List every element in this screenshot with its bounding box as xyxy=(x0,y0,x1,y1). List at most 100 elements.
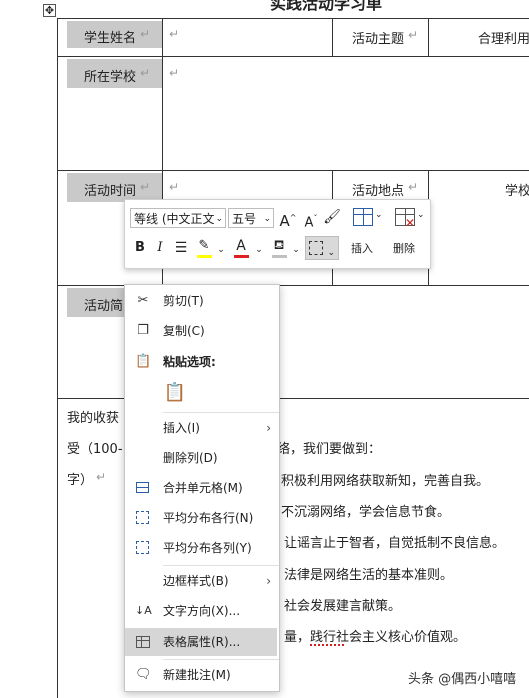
return-mark: ↵ xyxy=(96,470,107,484)
table-properties-icon xyxy=(136,636,150,648)
menu-item-label: 边框样式(B) xyxy=(163,574,229,588)
chevron-down-icon: ⌄ xyxy=(263,214,271,224)
menu-item-paste-options: 📋 粘贴选项: xyxy=(125,349,277,375)
copy-icon: ❐ xyxy=(137,323,149,338)
return-mark: ↵ xyxy=(140,27,151,41)
activity-theme-label: 活动主题 xyxy=(352,32,405,47)
school-label: 所在学校 xyxy=(84,70,137,85)
menu-item-label: 平均分布各列(Y) xyxy=(163,541,252,555)
document-title-partial: 实践活动学习单 xyxy=(270,0,383,13)
insert-table-icon xyxy=(353,208,373,226)
mini-toolbar: 等线 (中文正文 ⌄ 五号 ⌄ A^ Aˇ 🖌 B I ☰ ✎ ⌄ A ⌄ ⛾ … xyxy=(124,199,431,269)
gains-text-line: 络，我们要做到： xyxy=(277,442,382,457)
table-row-divider-2 xyxy=(57,170,529,171)
gains-text-line: 社会发展建言献策。 xyxy=(284,599,402,614)
bold-button[interactable]: B xyxy=(132,239,148,257)
menu-separator xyxy=(163,659,279,660)
return-mark: ↵ xyxy=(408,180,419,194)
table-row-divider-1 xyxy=(57,56,529,57)
merge-cells-icon xyxy=(136,482,149,493)
grow-font-button[interactable]: A^ xyxy=(279,209,297,230)
menu-item-merge-cells[interactable]: 合并单元格(M) xyxy=(125,475,277,501)
gains-label-line1: 我的收获 xyxy=(67,411,120,426)
highlighter-icon[interactable]: ✎ xyxy=(195,237,213,258)
chevron-right-icon: › xyxy=(266,574,271,588)
chevron-right-icon: › xyxy=(266,421,271,435)
delete-label: 删除 xyxy=(393,242,415,255)
student-name-label: 学生姓名 xyxy=(84,31,137,46)
menu-item-distribute-rows[interactable]: 平均分布各行(N) xyxy=(125,505,277,531)
activity-place-label: 活动地点 xyxy=(352,184,405,199)
gains-text-line: 不沉溺网络，学会信息节食。 xyxy=(281,505,451,520)
menu-item-border-styles[interactable]: 边框样式(B) › xyxy=(125,568,277,594)
delete-button[interactable]: ✕ ⌄ 删除 xyxy=(388,204,426,262)
insert-button[interactable]: ⌄ 插入 xyxy=(346,204,384,262)
menu-item-label: 新建批注(M) xyxy=(163,668,231,682)
distribute-columns-icon xyxy=(136,541,149,554)
italic-button[interactable]: I xyxy=(153,239,167,257)
activity-intro-label: 活动简 xyxy=(84,299,124,314)
table-border-left xyxy=(57,18,58,698)
gains-text-line: 法律是网络生活的基本准则。 xyxy=(284,568,454,583)
menu-item-cut[interactable]: ✂ 剪切(T) xyxy=(125,288,277,314)
font-size-dropdown[interactable]: 五号 ⌄ xyxy=(228,208,274,228)
paste-icon: 📋 xyxy=(135,354,152,369)
insert-label: 插入 xyxy=(351,242,373,255)
menu-item-copy[interactable]: ❐ 复制(C) xyxy=(125,318,277,344)
new-comment-icon: 🗨 xyxy=(135,667,152,682)
activity-time-label-cell[interactable]: 活动时间 ↵ xyxy=(67,173,162,202)
menu-item-delete-column[interactable]: 删除列(D) xyxy=(125,445,277,471)
menu-item-label: 文字方向(X)... xyxy=(163,604,241,618)
menu-item-table-properties[interactable]: 表格属性(R)... xyxy=(125,628,277,656)
text-direction-icon: ↓A xyxy=(135,604,152,617)
menu-item-label: 剪切(T) xyxy=(163,294,204,308)
font-color-glyph: A xyxy=(236,238,246,254)
move-handle-icon[interactable]: ✥ xyxy=(43,4,56,17)
borders-icon[interactable]: ⌄ xyxy=(305,236,339,260)
font-name-value: 等线 (中文正文 xyxy=(134,212,215,226)
gains-label-line2: 受（100- xyxy=(67,442,123,457)
context-menu: ✂ 剪切(T) ❐ 复制(C) 📋 粘贴选项: 📋 插入(I) › 删除列(D)… xyxy=(124,284,280,692)
font-size-value: 五号 xyxy=(232,212,257,226)
chevron-down-icon: ⌄ xyxy=(215,214,223,224)
student-name-label-cell[interactable]: 学生姓名 ↵ xyxy=(67,21,162,48)
return-mark: ↵ xyxy=(169,180,180,194)
watermark: 头条 @偶西小嘻嘻 xyxy=(408,672,517,687)
shading-bucket-icon[interactable]: ⛾ xyxy=(270,237,288,258)
paste-keep-formatting-icon[interactable]: 📋 xyxy=(163,380,187,406)
scissors-icon: ✂ xyxy=(137,293,149,308)
grow-font-glyph: A xyxy=(279,212,290,230)
chevron-down-icon[interactable]: ⌄ xyxy=(254,241,264,259)
menu-item-text-direction[interactable]: ↓A 文字方向(X)... xyxy=(125,598,277,624)
school-label-cell[interactable]: 所在学校 ↵ xyxy=(67,59,162,88)
theme-value-partial: 合理利用 xyxy=(478,32,529,47)
align-center-icon[interactable]: ☰ xyxy=(173,239,189,257)
menu-item-new-comment[interactable]: 🗨 新建批注(M) xyxy=(125,662,277,688)
font-name-dropdown[interactable]: 等线 (中文正文 ⌄ xyxy=(130,208,226,228)
menu-item-distribute-columns[interactable]: 平均分布各列(Y) xyxy=(125,535,277,561)
menu-item-label: 表格属性(R)... xyxy=(163,635,241,649)
table-border-top xyxy=(57,18,529,19)
menu-item-label: 删除列(D) xyxy=(163,451,218,465)
spellcheck-underline xyxy=(310,642,344,646)
return-mark: ↵ xyxy=(408,28,419,42)
menu-item-label: 平均分布各行(N) xyxy=(163,511,254,525)
menu-item-label: 插入(I) xyxy=(163,421,200,435)
menu-item-label: 合并单元格(M) xyxy=(163,481,243,495)
distribute-rows-icon xyxy=(136,511,149,524)
return-mark: ↵ xyxy=(140,66,151,80)
gains-label-line3: 字） xyxy=(67,473,94,488)
return-mark: ↵ xyxy=(169,66,180,80)
menu-item-label: 复制(C) xyxy=(163,324,205,338)
table-col-divider-4 xyxy=(332,170,333,200)
shrink-font-button[interactable]: Aˇ xyxy=(302,210,320,232)
menu-item-insert[interactable]: 插入(I) › xyxy=(125,415,277,441)
table-col-divider-3 xyxy=(428,18,429,56)
menu-item-label: 粘贴选项: xyxy=(163,355,216,369)
gains-text-line: 积极利用网络获取新知，完善自我。 xyxy=(281,474,490,489)
chevron-down-icon[interactable]: ⌄ xyxy=(216,241,226,259)
format-painter-icon[interactable]: 🖌 xyxy=(323,208,341,226)
font-color-button[interactable]: A xyxy=(232,237,250,258)
activity-intro-label-cell[interactable]: 活动简 xyxy=(67,288,124,317)
chevron-down-icon[interactable]: ⌄ xyxy=(291,241,301,259)
